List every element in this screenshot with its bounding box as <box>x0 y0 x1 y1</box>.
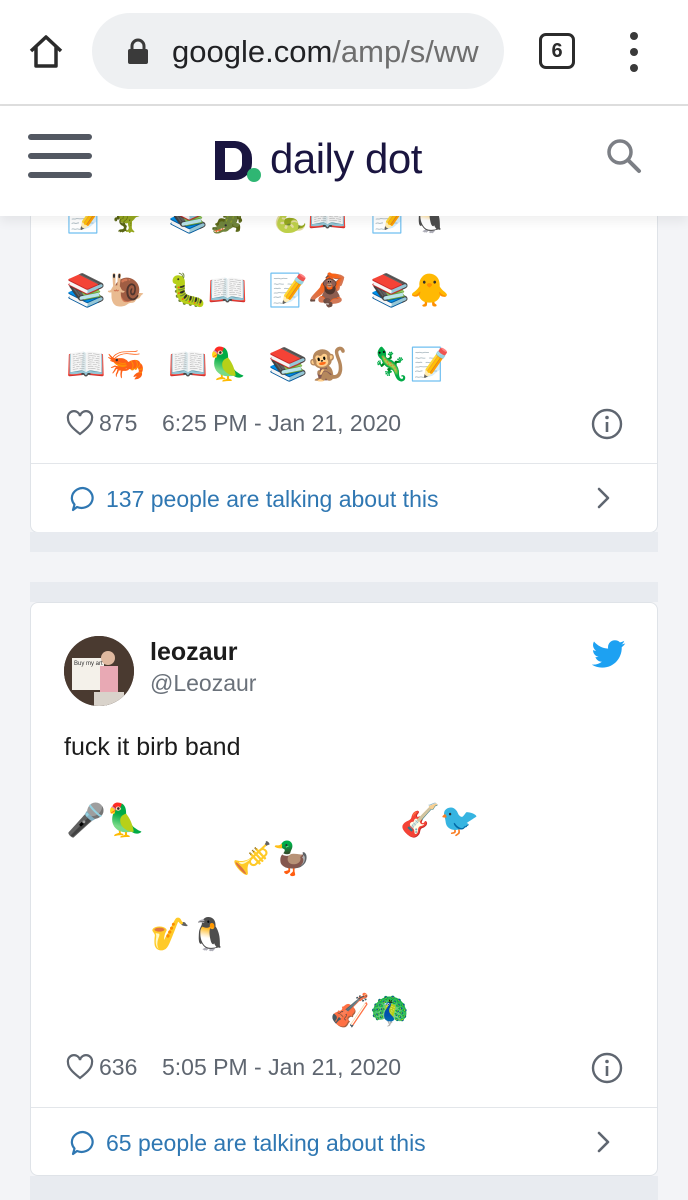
site-logo-text[interactable]: daily dot <box>270 134 422 184</box>
embed-footer-strip <box>30 1176 658 1200</box>
url-path: /amp/s/ww <box>332 34 479 69</box>
emoji-group: 📖🦜 <box>168 345 248 383</box>
avatar-sign-text: Buy my art <box>74 661 103 667</box>
avatar[interactable]: Buy my art <box>64 636 134 706</box>
author-handle[interactable]: @Leozaur <box>150 669 256 697</box>
emoji-group: 🦎📝 <box>370 345 450 383</box>
browser-toolbar: google.com/amp/s/ww 6 <box>0 0 688 104</box>
emoji-group: 🎻🦚 <box>330 991 410 1029</box>
site-header: daily dot <box>0 106 688 216</box>
chevron-right-icon[interactable] <box>596 1130 612 1154</box>
emoji-group: 📝🦧 <box>268 271 348 309</box>
embed-header-strip <box>30 582 658 602</box>
like-count[interactable]: 636 <box>99 1052 137 1082</box>
divider <box>31 463 657 464</box>
tweet-timestamp[interactable]: 6:25 PM - Jan 21, 2020 <box>162 408 401 438</box>
comment-bubble-icon <box>70 1130 94 1156</box>
talking-about-link[interactable]: 137 people are talking about this <box>106 483 438 515</box>
url-text[interactable]: google.com/amp/s/ww <box>172 30 488 74</box>
chevron-right-icon[interactable] <box>596 486 612 510</box>
divider <box>31 1107 657 1108</box>
emoji-group: 🐛📖 <box>168 271 248 309</box>
twitter-bird-icon[interactable] <box>592 640 626 668</box>
search-icon[interactable] <box>606 138 642 174</box>
emoji-group: 📚🐒 <box>268 345 348 383</box>
tweet-text: fuck it birb band <box>64 733 241 761</box>
more-options-icon[interactable] <box>626 32 642 72</box>
home-icon[interactable] <box>26 32 66 72</box>
emoji-group: 🎺🦆 <box>232 839 312 877</box>
tab-switcher-button[interactable]: 6 <box>539 33 575 69</box>
tweet-timestamp[interactable]: 5:05 PM - Jan 21, 2020 <box>162 1052 401 1082</box>
emoji-group: 🎤🦜 <box>66 801 146 839</box>
talking-about-link[interactable]: 65 people are talking about this <box>106 1127 426 1159</box>
author-name[interactable]: leozaur <box>150 637 238 667</box>
emoji-group: 📚🐥 <box>370 271 450 309</box>
info-icon[interactable] <box>591 408 623 440</box>
embed-footer-strip <box>30 532 658 552</box>
comment-bubble-icon <box>70 486 94 512</box>
emoji-group: 🎸🐦 <box>400 801 480 839</box>
emoji-group: 📚🐌 <box>66 271 146 309</box>
emoji-group: 📖🦐 <box>66 345 146 383</box>
emoji-group: 🎷🐧 <box>150 915 230 953</box>
heart-icon[interactable] <box>66 410 94 436</box>
like-count[interactable]: 875 <box>99 408 137 438</box>
url-domain: google.com <box>172 34 333 69</box>
daily-dot-logo-icon[interactable] <box>213 139 263 183</box>
avatar-photo <box>64 636 134 706</box>
heart-icon[interactable] <box>66 1054 94 1080</box>
info-icon[interactable] <box>591 1052 623 1084</box>
lock-icon <box>128 38 148 64</box>
hamburger-menu-icon[interactable] <box>28 134 92 178</box>
